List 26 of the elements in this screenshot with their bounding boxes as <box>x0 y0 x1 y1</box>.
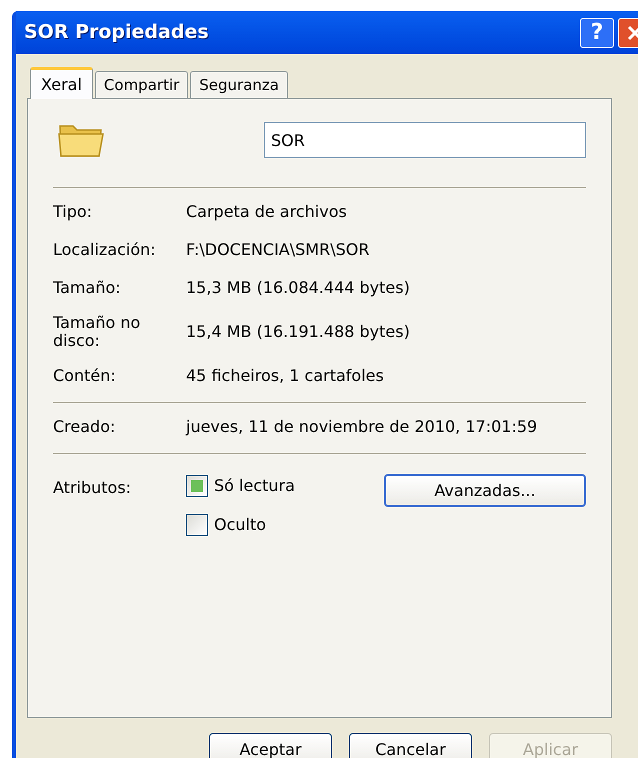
property-label: Creado: <box>53 418 116 436</box>
attributes-label: Atributos: <box>53 477 132 499</box>
checkbox-label: Só lectura <box>214 475 295 497</box>
advanced-button[interactable]: Avanzadas... <box>384 474 586 507</box>
property-value: 15,4 MB (16.191.488 bytes) <box>186 321 410 343</box>
property-label: Localización: <box>53 241 157 259</box>
property-label: Tipo: <box>53 203 94 221</box>
dialog-button[interactable]: Cancelar <box>349 733 472 758</box>
window-title: SOR Propiedades <box>24 20 210 46</box>
tab[interactable]: Seguranza <box>190 71 288 98</box>
property-label: Tamaño: <box>53 279 122 297</box>
property-value: jueves, 11 de noviembre de 2010, 17:01:59 <box>186 416 538 438</box>
help-button[interactable]: ? <box>580 18 614 48</box>
name-field[interactable]: SOR <box>264 122 586 158</box>
property-value: 45 ficheiros, 1 cartafoles <box>186 365 384 387</box>
tab[interactable]: Xeral <box>30 67 93 99</box>
checkbox[interactable] <box>186 514 208 536</box>
property-label: Tamaño no disco: <box>53 314 142 350</box>
checkbox-label: Oculto <box>214 514 266 536</box>
checkbox[interactable] <box>186 475 208 497</box>
property-value: 15,3 MB (16.084.444 bytes) <box>186 277 410 299</box>
property-value: F:\DOCENCIA\SMR\SOR <box>186 239 370 261</box>
property-value: Carpeta de archivos <box>186 201 347 223</box>
property-label: Contén: <box>53 367 117 385</box>
tab[interactable]: Compartir <box>94 71 188 98</box>
dialog-button[interactable]: Aceptar <box>209 733 332 758</box>
